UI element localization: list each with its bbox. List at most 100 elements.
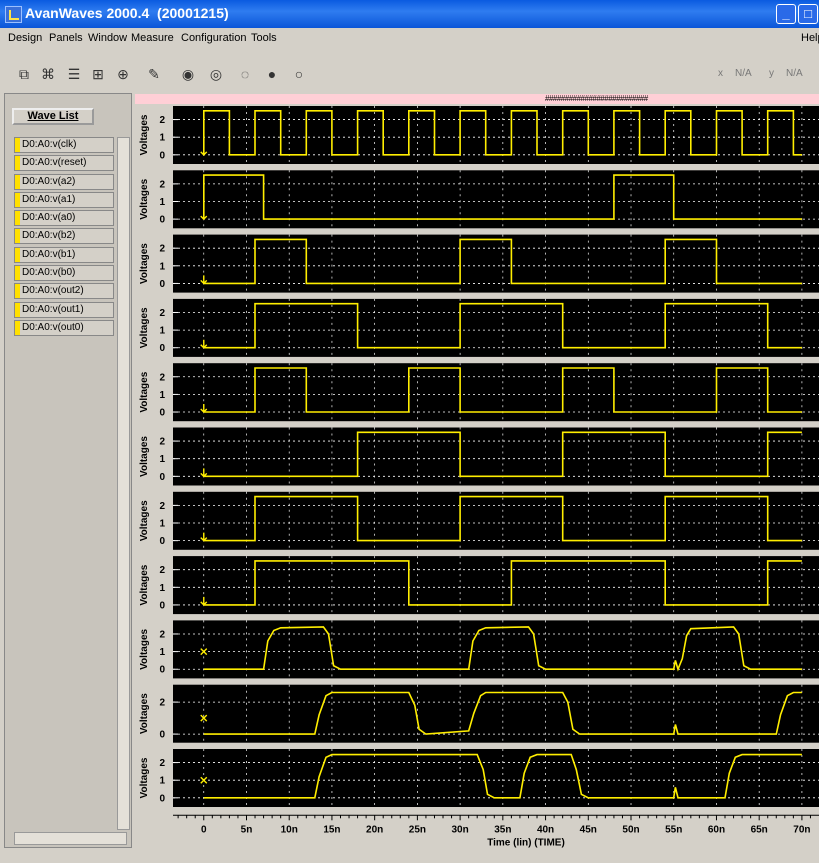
stack-panel-icon[interactable]: ☰ xyxy=(64,64,84,84)
overlay-panel-icon[interactable]: ⌘ xyxy=(38,64,58,84)
wave-item-reset[interactable]: D0:A0:v(reset) xyxy=(14,155,114,172)
y-tick-label: 0 xyxy=(159,150,165,161)
panel-header-text: ########################## xyxy=(545,94,648,103)
wave-item-a0[interactable]: D0:A0:v(a0) xyxy=(14,210,114,227)
y-tick-label: 0 xyxy=(159,279,165,290)
y-axis-label: Voltages xyxy=(139,628,150,669)
wave-item-clk[interactable]: D0:A0:v(clk) xyxy=(14,137,114,153)
wave-item-b2[interactable]: D0:A0:v(b2) xyxy=(14,228,114,245)
trace-swatch-icon xyxy=(15,211,20,226)
wave-item-out1[interactable]: D0:A0:v(out1) xyxy=(14,301,114,318)
y-tick-label: 1 xyxy=(159,776,165,787)
y-axis-label: Voltages xyxy=(139,307,150,348)
marker-left-icon[interactable]: ◉ xyxy=(178,64,198,84)
menu-window[interactable]: Window xyxy=(88,32,127,44)
wave-item-label: D0:A0:v(clk) xyxy=(22,139,77,150)
menu-measure[interactable]: Measure xyxy=(131,32,174,44)
trace-swatch-icon xyxy=(15,156,20,171)
y-tick-label: 1 xyxy=(159,133,165,144)
wave-item-out2[interactable]: D0:A0:v(out2) xyxy=(14,283,114,300)
trace-swatch-icon xyxy=(15,266,20,281)
menu-configuration[interactable]: Configuration xyxy=(181,32,246,44)
menu-design[interactable]: Design xyxy=(8,32,42,44)
x-tick-label: 20n xyxy=(366,824,383,835)
panel-header-bar: ########################## xyxy=(135,94,819,104)
wave-item-label: D0:A0:v(out1) xyxy=(22,303,84,315)
x-tick-label: 10n xyxy=(281,824,298,835)
marker-move-icon[interactable]: ● xyxy=(262,64,282,84)
y-tick-label: 2 xyxy=(159,308,165,319)
wave-item-a1[interactable]: D0:A0:v(a1) xyxy=(14,191,114,208)
trace-swatch-icon xyxy=(15,302,20,317)
trace-swatch-icon xyxy=(15,320,20,335)
y-tick-label: 2 xyxy=(159,698,165,709)
trace-swatch-icon xyxy=(15,174,20,189)
x-tick-label: 50n xyxy=(622,824,639,835)
trace-swatch-icon xyxy=(15,229,20,244)
wave-item-a2[interactable]: D0:A0:v(a2) xyxy=(14,173,114,190)
x-tick-label: 0 xyxy=(201,824,207,835)
y-tick-label: 0 xyxy=(159,665,165,676)
y-tick-label: 2 xyxy=(159,179,165,190)
title-bar: AvanWaves 2000.4 (20001215) _ □ X xyxy=(0,0,819,28)
y-tick-label: 0 xyxy=(159,793,165,804)
x-tick-label: 5n xyxy=(241,824,253,835)
x-coord-label: x xyxy=(718,68,723,79)
x-tick-label: 45n xyxy=(580,824,597,835)
panel-background xyxy=(173,491,819,550)
minimize-button[interactable]: _ xyxy=(776,4,796,24)
y-axis-label: Voltages xyxy=(139,500,150,541)
y-tick-label: 0 xyxy=(159,408,165,419)
y-tick-label: 2 xyxy=(159,372,165,383)
toolbar: ⧉ ⌘ ☰ ⊞ ⊕ ✎ ◉ ◎ ◌ ● ○ x N/A y N/A xyxy=(0,52,819,92)
zoom-fit-icon[interactable]: ⊕ xyxy=(113,64,133,84)
maximize-button[interactable]: □ xyxy=(798,4,818,24)
y-tick-label: 1 xyxy=(159,519,165,530)
y-tick-label: 2 xyxy=(159,565,165,576)
wave-list-vertical-scrollbar[interactable] xyxy=(117,137,130,830)
window-title: AvanWaves 2000.4 (20001215) xyxy=(25,5,229,21)
menu-panels[interactable]: Panels xyxy=(49,32,83,44)
add-panel-icon[interactable]: ⧉ xyxy=(14,64,34,84)
x-tick-label: 40n xyxy=(537,824,554,835)
trace-swatch-icon xyxy=(15,247,20,262)
y-tick-label: 1 xyxy=(159,454,165,465)
menu-tools[interactable]: Tools xyxy=(251,32,277,44)
y-tick-label: 1 xyxy=(159,326,165,337)
x-tick-label: 70n xyxy=(793,824,810,835)
y-tick-label: 2 xyxy=(159,758,165,769)
wave-list: D0:A0:v(clk) D0:A0:v(reset) D0:A0:v(a2) … xyxy=(14,137,114,338)
app-icon xyxy=(5,6,22,23)
wave-item-label: D0:A0:v(out0) xyxy=(22,321,84,333)
y-tick-label: 0 xyxy=(159,215,165,226)
y-tick-label: 2 xyxy=(159,437,165,448)
marker-center-icon[interactable]: ◎ xyxy=(206,64,226,84)
menu-bar: Design Panels Window Measure Configurati… xyxy=(0,28,819,50)
wave-list-button[interactable]: Wave List xyxy=(12,108,94,125)
marker-add-icon[interactable]: ✎ xyxy=(144,64,164,84)
wave-item-label: D0:A0:v(b2) xyxy=(22,230,76,242)
y-axis-label: Voltages xyxy=(139,178,150,219)
y-tick-label: 1 xyxy=(159,197,165,208)
x-axis-label: Time (lin) (TIME) xyxy=(487,837,565,848)
y-axis-label: Voltages xyxy=(139,243,150,284)
wave-list-horizontal-scrollbar[interactable] xyxy=(14,832,127,845)
y-tick-label: 0 xyxy=(159,472,165,483)
wave-item-label: D0:A0:v(a2) xyxy=(22,175,76,187)
wave-item-label: D0:A0:v(a1) xyxy=(22,193,76,205)
move-panel-icon[interactable]: ⊞ xyxy=(88,64,108,84)
y-tick-label: 2 xyxy=(159,629,165,640)
y-tick-label: 2 xyxy=(159,244,165,255)
wave-item-b1[interactable]: D0:A0:v(b1) xyxy=(14,246,114,263)
marker-next-icon[interactable]: ◌ xyxy=(235,64,255,84)
wave-item-b0[interactable]: D0:A0:v(b0) xyxy=(14,265,114,282)
y-tick-label: 0 xyxy=(159,730,165,741)
y-tick-label: 0 xyxy=(159,600,165,611)
wave-item-out0[interactable]: D0:A0:v(out0) xyxy=(14,319,114,336)
y-axis-label: Voltages xyxy=(139,114,150,155)
waveform-plot-area[interactable]: Voltages 2 1 0 Voltages 2 1 0 Voltages 2 1 0 Voltage… xyxy=(135,104,819,859)
x-tick-label: 55n xyxy=(665,824,682,835)
marker-drop-icon[interactable]: ○ xyxy=(289,64,309,84)
x-tick-label: 65n xyxy=(751,824,768,835)
menu-help[interactable]: Help xyxy=(801,32,819,44)
